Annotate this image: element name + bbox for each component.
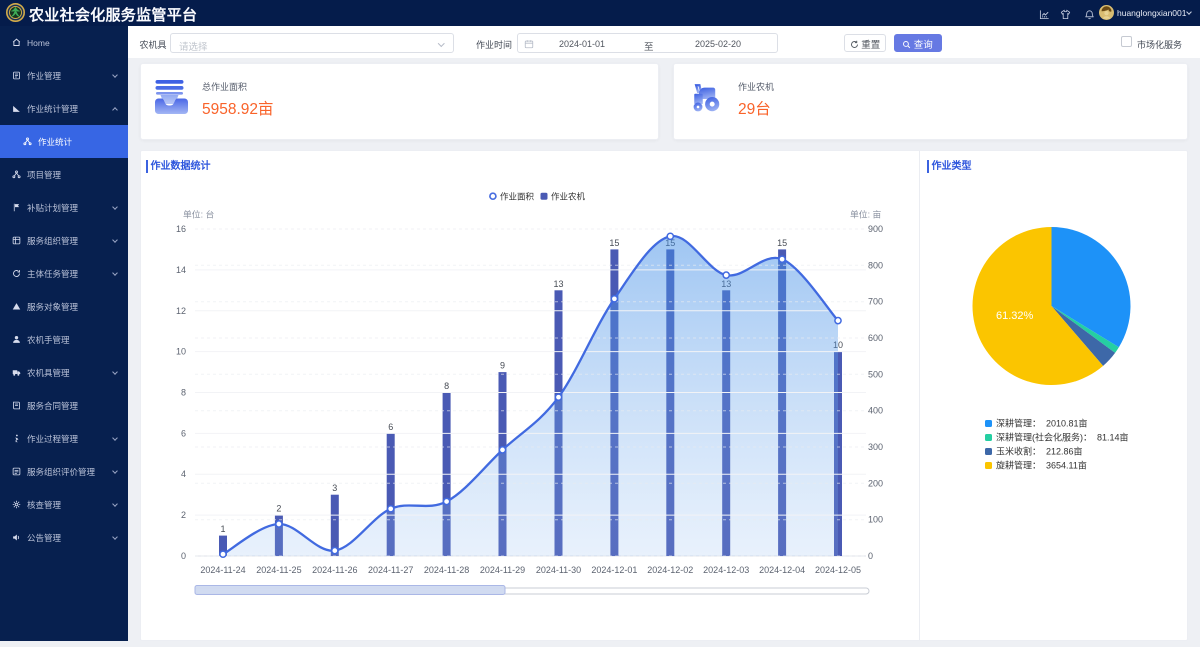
svg-text:作业面积: 作业面积	[500, 191, 535, 201]
svg-text:14: 14	[176, 265, 186, 275]
svg-text:0: 0	[181, 551, 186, 561]
svg-text:8: 8	[444, 381, 449, 391]
svg-text:1: 1	[220, 524, 225, 534]
svg-text:200: 200	[868, 478, 883, 488]
svg-text:12: 12	[176, 306, 186, 316]
svg-text:3: 3	[332, 483, 337, 493]
svg-text:6: 6	[388, 422, 393, 432]
svg-text:13: 13	[553, 279, 563, 289]
svg-text:4: 4	[181, 469, 186, 479]
svg-text:深耕管理(社会化服务)： 81.14亩: 深耕管理(社会化服务)： 81.14亩	[996, 432, 1129, 443]
svg-text:2024-12-01: 2024-12-01	[591, 565, 637, 575]
svg-text:0: 0	[868, 551, 873, 561]
svg-text:2024-11-24: 2024-11-24	[200, 565, 245, 575]
svg-text:2024-12-04: 2024-12-04	[759, 565, 805, 575]
svg-text:6: 6	[181, 428, 186, 438]
svg-text:单位: 亩: 单位: 亩	[850, 209, 881, 220]
svg-text:61.32%: 61.32%	[996, 310, 1034, 322]
svg-text:2: 2	[181, 510, 186, 520]
svg-text:2024-12-02: 2024-12-02	[647, 565, 693, 575]
svg-text:2024-11-27: 2024-11-27	[368, 565, 413, 575]
svg-text:900: 900	[868, 224, 883, 234]
svg-text:深耕管理： 2010.81亩: 深耕管理： 2010.81亩	[996, 418, 1088, 429]
svg-text:10: 10	[176, 347, 186, 357]
svg-text:旋耕管理： 3654.11亩: 旋耕管理： 3654.11亩	[996, 460, 1087, 471]
svg-text:800: 800	[868, 260, 883, 270]
svg-text:2024-11-30: 2024-11-30	[536, 565, 581, 575]
svg-text:2024-11-26: 2024-11-26	[312, 565, 357, 575]
svg-text:9: 9	[500, 361, 505, 371]
svg-text:8: 8	[181, 388, 186, 398]
svg-text:500: 500	[868, 369, 883, 379]
svg-text:作业农机: 作业农机	[551, 191, 586, 201]
svg-text:16: 16	[176, 224, 186, 234]
svg-text:2024-11-25: 2024-11-25	[256, 565, 301, 575]
svg-text:2: 2	[276, 504, 281, 514]
svg-text:2024-12-05: 2024-12-05	[815, 565, 861, 575]
svg-text:2024-12-03: 2024-12-03	[703, 565, 749, 575]
svg-text:2024-11-29: 2024-11-29	[480, 565, 525, 575]
svg-text:15: 15	[777, 238, 787, 248]
svg-text:单位: 台: 单位: 台	[183, 209, 214, 220]
svg-text:400: 400	[868, 406, 883, 416]
svg-text:700: 700	[868, 297, 883, 307]
svg-text:玉米收割： 212.86亩: 玉米收割： 212.86亩	[996, 446, 1083, 457]
svg-text:15: 15	[609, 238, 619, 248]
svg-text:100: 100	[868, 515, 883, 525]
svg-text:600: 600	[868, 333, 883, 343]
svg-text:300: 300	[868, 442, 883, 452]
svg-text:2024-11-28: 2024-11-28	[424, 565, 469, 575]
